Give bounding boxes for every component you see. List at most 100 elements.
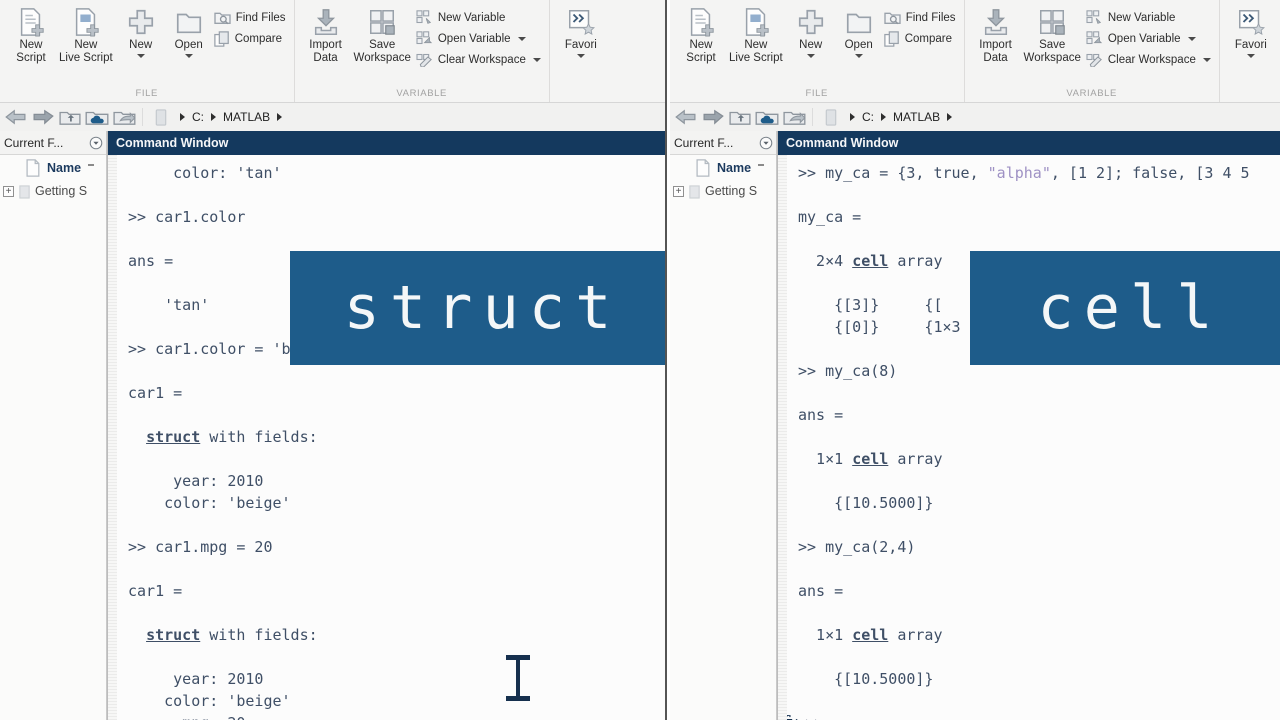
open-variable-label: Open Variable: [1108, 33, 1181, 45]
new-live-script-button[interactable]: NewLive Script: [56, 4, 116, 66]
variable-small-buttons: New Variable Open Variable Clear Workspa…: [416, 4, 541, 67]
new-button[interactable]: New: [788, 4, 834, 59]
breadcrumb-folder[interactable]: MATLAB: [223, 110, 270, 124]
back-button[interactable]: [674, 106, 698, 128]
find-files-icon: [214, 10, 231, 25]
import-data-icon: [311, 5, 341, 39]
terminal-hyperlink[interactable]: cell: [852, 626, 888, 644]
terminal-line: [128, 184, 665, 206]
new-script-button[interactable]: NewScript: [678, 4, 724, 66]
terminal-line: >> my_ca(2,4): [798, 536, 1280, 558]
name-column-label: Name: [47, 161, 81, 175]
find-files-label: Find Files: [906, 12, 956, 24]
terminal-line: car1 =: [128, 580, 665, 602]
command-window-content[interactable]: color: 'tan' >> car1.color ans = 'tan' >…: [108, 155, 665, 720]
import-data-button[interactable]: ImportData: [303, 4, 349, 66]
favorites-button[interactable]: Favori: [558, 4, 604, 59]
chevron-down-icon: [855, 54, 863, 58]
import-data-button[interactable]: ImportData: [973, 4, 1019, 66]
screenshot-root: NewScript NewLive Script New Open: [0, 0, 1280, 720]
location-icon: [819, 106, 843, 128]
new-variable-button[interactable]: New Variable: [1086, 10, 1211, 25]
terminal-text: mpg: 20: [128, 714, 245, 720]
import-data-label: ImportData: [309, 39, 342, 65]
banner-text: cell: [1037, 273, 1222, 343]
terminal-line: struct with fields:: [128, 426, 665, 448]
command-window-titlebar[interactable]: Command Window: [108, 131, 665, 155]
chevron-down-icon: [807, 54, 815, 58]
command-window-content[interactable]: >> my_ca = {3, true, "alpha", [1 2]; fal…: [778, 155, 1280, 720]
import-data-label: ImportData: [979, 39, 1012, 65]
ribbon-group-favorites: Favori: [550, 0, 612, 102]
favorites-button[interactable]: Favori: [1228, 4, 1274, 59]
breadcrumb-drive[interactable]: C:: [192, 110, 204, 124]
clear-workspace-button[interactable]: Clear Workspace: [1086, 52, 1211, 67]
terminal-line: >> car1.mpg = 20: [128, 536, 665, 558]
breadcrumb-drive[interactable]: C:: [862, 110, 874, 124]
new-variable-button[interactable]: New Variable: [416, 10, 541, 25]
save-workspace-button[interactable]: SaveWorkspace: [1021, 4, 1084, 66]
file-section-label: FILE: [0, 88, 294, 99]
back-button[interactable]: [4, 106, 28, 128]
terminal-line: [798, 426, 1280, 448]
find-files-label: Find Files: [236, 12, 286, 24]
terminal-hyperlink[interactable]: cell: [852, 450, 888, 468]
sidebar-item-getting-started[interactable]: + Getting S: [0, 180, 106, 202]
compare-label: Compare: [905, 33, 952, 45]
find-files-button[interactable]: Find Files: [884, 10, 956, 25]
name-column-header[interactable]: Name: [0, 155, 106, 180]
expand-icon[interactable]: +: [673, 186, 684, 197]
forward-button[interactable]: [701, 106, 725, 128]
save-workspace-label: SaveWorkspace: [1024, 39, 1081, 65]
compare-button[interactable]: Compare: [884, 31, 956, 47]
open-variable-label: Open Variable: [438, 33, 511, 45]
cloud-folder-button[interactable]: [755, 106, 779, 128]
save-workspace-button[interactable]: SaveWorkspace: [351, 4, 414, 66]
terminal-text: color: 'beige': [128, 494, 291, 512]
terminal-hyperlink[interactable]: cell: [852, 252, 888, 270]
terminal-text: [128, 626, 146, 644]
terminal-line: ans =: [798, 580, 1280, 602]
up-folder-button[interactable]: [58, 106, 82, 128]
find-files-button[interactable]: Find Files: [214, 10, 286, 25]
clear-workspace-button[interactable]: Clear Workspace: [416, 52, 541, 67]
terminal-text: >> my_ca(8): [798, 362, 897, 380]
chevron-down-icon: [518, 37, 526, 41]
command-window-titlebar[interactable]: Command Window: [778, 131, 1280, 155]
name-column-header[interactable]: Name: [670, 155, 776, 180]
breadcrumb-arrow-icon: [881, 113, 886, 121]
sidebar-item-label: Getting S: [705, 184, 757, 198]
open-variable-button[interactable]: Open Variable: [1086, 31, 1211, 46]
up-folder-button[interactable]: [728, 106, 752, 128]
breadcrumb-folder[interactable]: MATLAB: [893, 110, 940, 124]
terminal-text: array: [888, 626, 942, 644]
cloud-folder-button[interactable]: [85, 106, 109, 128]
terminal-line: color: 'beige': [128, 492, 665, 514]
new-button[interactable]: New: [118, 4, 164, 59]
terminal-text: with fields:: [200, 626, 317, 644]
browse-folder-button[interactable]: [112, 106, 136, 128]
browse-folder-button[interactable]: [782, 106, 806, 128]
terminal-text: >> my_ca = {3, true,: [798, 164, 988, 182]
terminal-hyperlink[interactable]: struct: [146, 428, 200, 446]
expand-icon[interactable]: +: [3, 186, 14, 197]
panel-menu-icon[interactable]: [759, 136, 773, 150]
chevron-down-icon: [137, 54, 145, 58]
open-button[interactable]: Open: [166, 4, 212, 59]
open-variable-button[interactable]: Open Variable: [416, 31, 541, 46]
breadcrumb-arrow-icon: [947, 113, 952, 121]
terminal-hyperlink[interactable]: struct: [146, 626, 200, 644]
open-button[interactable]: Open: [836, 4, 882, 59]
new-live-script-button[interactable]: NewLive Script: [726, 4, 786, 66]
forward-button[interactable]: [31, 106, 55, 128]
new-script-label: NewScript: [686, 39, 715, 65]
panel-menu-icon[interactable]: [89, 136, 103, 150]
new-script-icon: [686, 5, 716, 39]
chevron-down-icon: [533, 58, 541, 62]
terminal-text: >>: [796, 714, 823, 720]
compare-button[interactable]: Compare: [214, 31, 286, 47]
new-script-button[interactable]: NewScript: [8, 4, 54, 66]
variable-section-label: VARIABLE: [295, 88, 549, 99]
sidebar-item-getting-started[interactable]: + Getting S: [670, 180, 776, 202]
terminal-line: ans =: [798, 404, 1280, 426]
